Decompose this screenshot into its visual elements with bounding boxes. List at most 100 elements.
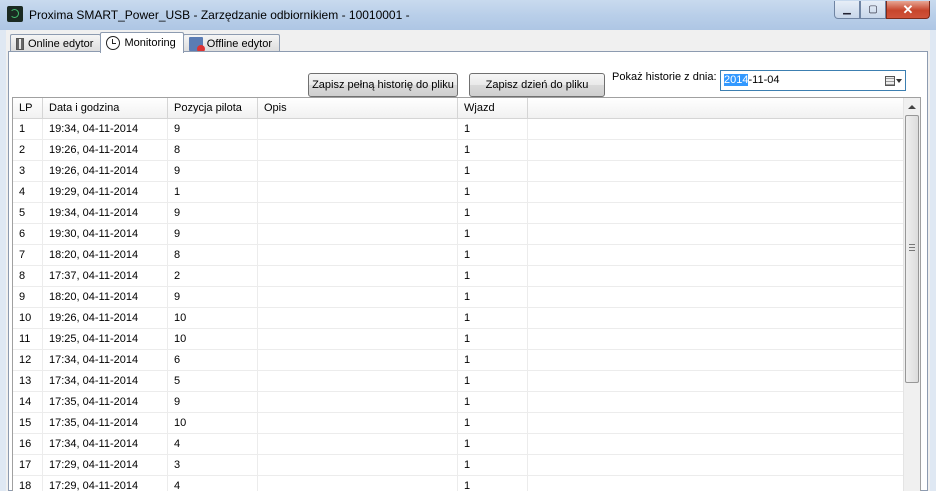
tab-monitoring[interactable]: Monitoring [100,32,184,53]
cell-description [258,119,458,139]
cell-description [258,371,458,391]
maximize-button[interactable]: ▢ [860,1,886,19]
cell-entry: 1 [458,161,528,181]
cell-position: 1 [168,182,258,202]
table-row[interactable]: 2 19:26, 04-11-2014 8 1 [13,140,904,161]
cell-entry: 1 [458,266,528,286]
close-icon: ✕ [902,1,914,17]
cell-position: 9 [168,203,258,223]
column-header-entry[interactable]: Wjazd [458,98,528,118]
cell-date: 18:20, 04-11-2014 [43,287,168,307]
table-row[interactable]: 10 19:26, 04-11-2014 10 1 [13,308,904,329]
cell-description [258,455,458,475]
column-header-filler [528,98,904,118]
scrollbar-thumb[interactable] [905,115,919,383]
calendar-dropdown-button[interactable] [885,74,903,87]
cell-position: 9 [168,287,258,307]
cell-entry: 1 [458,308,528,328]
cell-date: 17:34, 04-11-2014 [43,371,168,391]
window-body: Online edytor Monitoring Offline edytor … [6,30,930,491]
minimize-icon: ▁ [843,4,851,15]
cell-filler [528,140,904,160]
table-row[interactable]: 3 19:26, 04-11-2014 9 1 [13,161,904,182]
close-button[interactable]: ✕ [886,1,930,19]
cell-position: 3 [168,455,258,475]
cell-filler [528,308,904,328]
cell-entry: 1 [458,392,528,412]
table-row[interactable]: 17 17:29, 04-11-2014 3 1 [13,455,904,476]
cell-filler [528,476,904,491]
cell-description [258,434,458,454]
scroll-up-arrow-icon[interactable] [904,98,920,115]
column-header-lp[interactable]: LP [13,98,43,118]
table-row[interactable]: 13 17:34, 04-11-2014 5 1 [13,371,904,392]
cell-description [258,203,458,223]
cell-filler [528,203,904,223]
table-row[interactable]: 6 19:30, 04-11-2014 9 1 [13,224,904,245]
cell-entry: 1 [458,350,528,370]
table-row[interactable]: 12 17:34, 04-11-2014 6 1 [13,350,904,371]
chevron-down-icon [896,78,902,83]
table-row[interactable]: 11 19:25, 04-11-2014 10 1 [13,329,904,350]
table-row[interactable]: 15 17:35, 04-11-2014 10 1 [13,413,904,434]
tab-offline-edytor[interactable]: Offline edytor [182,34,281,53]
cell-filler [528,455,904,475]
table-row[interactable]: 14 17:35, 04-11-2014 9 1 [13,392,904,413]
column-header-description[interactable]: Opis [258,98,458,118]
cell-lp: 11 [13,329,43,349]
cell-position: 9 [168,119,258,139]
table-row[interactable]: 16 17:34, 04-11-2014 4 1 [13,434,904,455]
cell-position: 6 [168,350,258,370]
cell-date: 19:26, 04-11-2014 [43,161,168,181]
cell-description [258,308,458,328]
table-row[interactable]: 5 19:34, 04-11-2014 9 1 [13,203,904,224]
cell-lp: 1 [13,119,43,139]
vertical-scrollbar[interactable] [903,98,920,491]
cell-lp: 10 [13,308,43,328]
clock-icon [106,36,121,50]
cell-date: 19:30, 04-11-2014 [43,224,168,244]
window-controls: ▁ ▢ ✕ [834,1,930,19]
table-body: 1 19:34, 04-11-2014 9 1 2 19:26, 04-11-2014 8 1… [13,119,904,491]
table-header: LP Data i godzina Pozycja pilota Opis Wj… [13,98,904,119]
cell-lp: 13 [13,371,43,391]
save-full-history-button[interactable]: Zapisz pełną historię do pliku [308,73,458,97]
cell-date: 17:29, 04-11-2014 [43,455,168,475]
date-selected-text: 2014 [724,74,749,86]
tab-label: Online edytor [28,37,94,50]
date-text: -11-04 [748,74,780,86]
table-row[interactable]: 7 18:20, 04-11-2014 8 1 [13,245,904,266]
cell-lp: 5 [13,203,43,223]
cell-lp: 15 [13,413,43,433]
column-header-date[interactable]: Data i godzina [43,98,168,118]
title-bar: Proxima SMART_Power_USB - Zarzędzanie od… [0,0,936,30]
cell-position: 2 [168,266,258,286]
tab-online-edytor[interactable]: Online edytor [10,34,102,52]
cell-position: 9 [168,224,258,244]
table-row[interactable]: 8 17:37, 04-11-2014 2 1 [13,266,904,287]
table-row[interactable]: 4 19:29, 04-11-2014 1 1 [13,182,904,203]
cell-entry: 1 [458,224,528,244]
column-header-position[interactable]: Pozycja pilota [168,98,258,118]
save-day-button[interactable]: Zapisz dzień do pliku [469,73,605,97]
chip-icon [16,37,24,50]
cell-date: 17:29, 04-11-2014 [43,476,168,491]
minimize-button[interactable]: ▁ [834,1,860,19]
show-history-label: Pokaż historie z dnia: [612,71,717,83]
table-row[interactable]: 18 17:29, 04-11-2014 4 1 [13,476,904,491]
cell-position: 4 [168,476,258,491]
cell-date: 19:25, 04-11-2014 [43,329,168,349]
app-logo-icon [7,6,23,22]
cell-filler [528,434,904,454]
history-date-field[interactable]: 2014-11-04 [720,70,906,91]
cell-entry: 1 [458,203,528,223]
cell-date: 19:34, 04-11-2014 [43,119,168,139]
cell-description [258,224,458,244]
cell-date: 17:35, 04-11-2014 [43,392,168,412]
cell-lp: 14 [13,392,43,412]
cell-description [258,392,458,412]
table-row[interactable]: 1 19:34, 04-11-2014 9 1 [13,119,904,140]
table-row[interactable]: 9 18:20, 04-11-2014 9 1 [13,287,904,308]
cell-position: 4 [168,434,258,454]
tab-bar: Online edytor Monitoring Offline edytor [10,32,281,53]
